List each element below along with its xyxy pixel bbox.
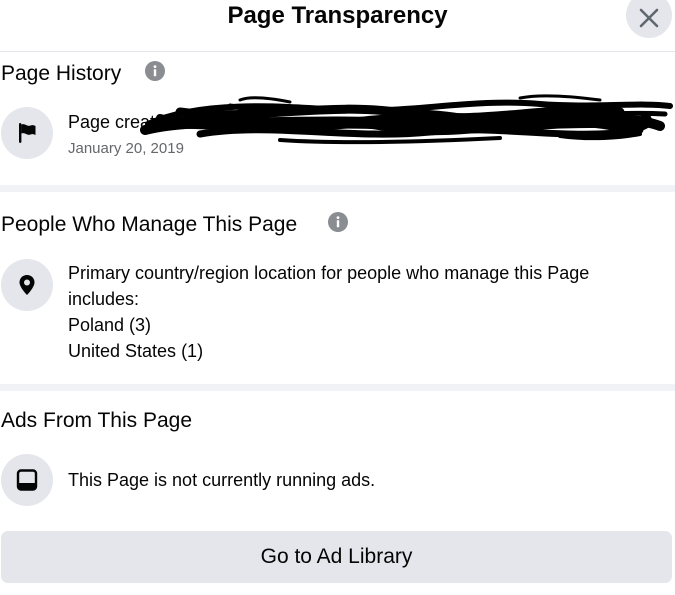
manager-country-item: United States (1) — [68, 341, 204, 361]
close-button[interactable] — [626, 0, 672, 38]
manager-country-item: Poland (3) — [68, 315, 152, 335]
managers-description-line1: Primary country/region location for peop… — [68, 263, 590, 283]
tablet-icon — [16, 469, 38, 491]
page-history-icon-wrap — [1, 107, 53, 159]
ads-title: Ads From This Page — [1, 409, 193, 432]
info-glyph — [153, 65, 157, 77]
page-history-title: Page History — [1, 62, 122, 85]
info-glyph — [336, 216, 340, 228]
location-pin-icon — [19, 275, 35, 295]
dialog-title: Page Transparency — [227, 2, 448, 29]
managers-description-line2: includes: — [68, 289, 140, 309]
flag-icon — [19, 123, 36, 143]
go-to-ad-library-button[interactable]: Go to Ad Library — [1, 531, 672, 583]
ads-icon-wrap — [1, 454, 53, 506]
managers-icon-wrap — [1, 259, 53, 311]
redaction-scribble — [140, 94, 673, 145]
ads-status-text: This Page is not currently running ads. — [68, 470, 376, 490]
close-icon — [639, 8, 659, 28]
managers-info-icon[interactable] — [328, 212, 348, 232]
section-divider — [0, 185, 675, 192]
managers-title: People Who Manage This Page — [1, 213, 298, 236]
dialog-header: Page Transparency — [0, 0, 675, 52]
section-divider — [0, 384, 675, 391]
page-history-info-icon[interactable] — [145, 61, 165, 81]
